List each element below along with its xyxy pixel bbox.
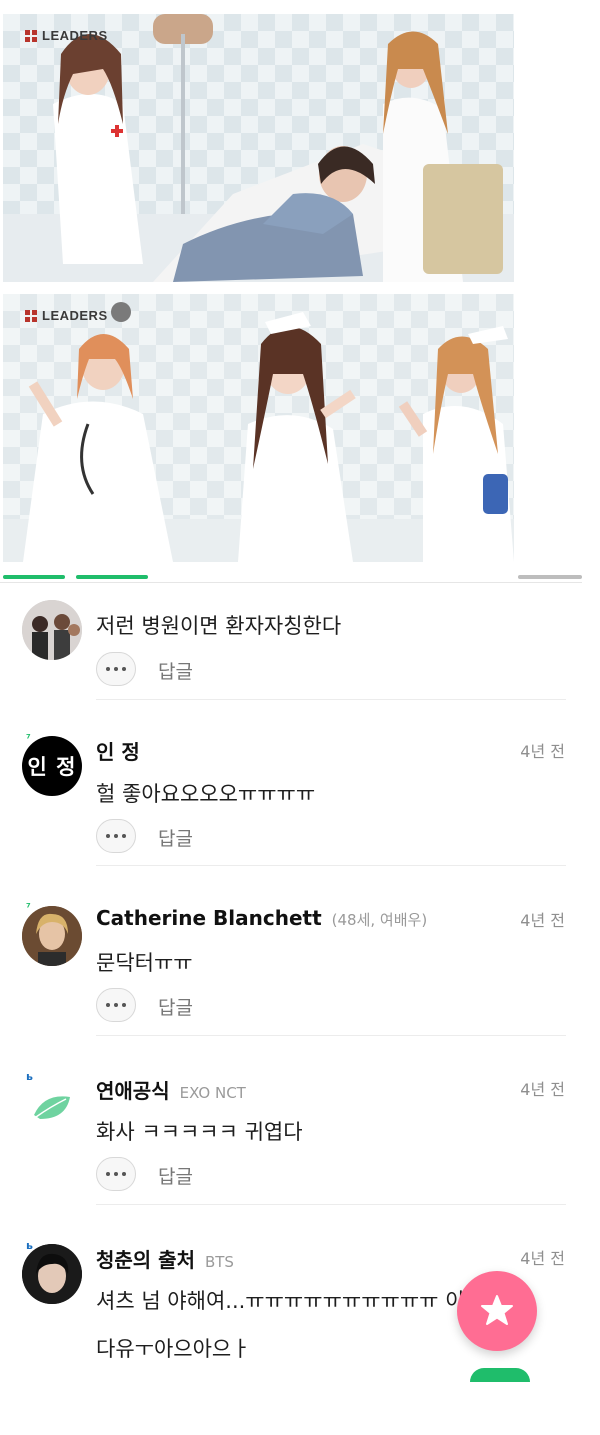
author-subtitle: BTS bbox=[204, 1253, 234, 1271]
comment-author[interactable]: 연애공식 EXO NCT bbox=[96, 1075, 246, 1104]
watermark: LEADERS bbox=[25, 308, 108, 323]
portrait-icon bbox=[22, 906, 82, 966]
post-photo-1-illustration bbox=[3, 14, 514, 282]
dot-icon bbox=[122, 1003, 126, 1007]
green-button-peek[interactable] bbox=[470, 1368, 530, 1382]
dot-icon bbox=[114, 667, 118, 671]
author-subtitle: EXO NCT bbox=[179, 1084, 246, 1102]
group-photo-icon bbox=[22, 600, 82, 660]
comment-list[interactable]: 저런 병원이면 환자자칭한다 답글 ⁷ 인 정 인 정 4년 전 헐 좋아요오오… bbox=[0, 560, 600, 1375]
leaf-avatar[interactable] bbox=[22, 1075, 82, 1135]
avatar-text: 인 정 bbox=[27, 755, 77, 779]
dot-icon bbox=[106, 667, 110, 671]
post-photo-2-illustration bbox=[3, 294, 514, 562]
reply-button[interactable]: 답글 bbox=[158, 824, 193, 851]
comment-text: 저런 병원이면 환자자칭한다 bbox=[96, 614, 342, 638]
tab-indicator-segment bbox=[518, 575, 582, 579]
dot-icon bbox=[122, 834, 126, 838]
comment-author[interactable]: 인 정 bbox=[96, 736, 140, 765]
tab-indicator-bar bbox=[0, 572, 582, 584]
post-image-2: LEADERS bbox=[3, 294, 514, 562]
comment-time: 4년 전 bbox=[520, 1249, 565, 1268]
comment-text: 헐 좋아요오오오ㅠㅠㅠㅠ bbox=[96, 782, 316, 806]
level-badge-icon: ⁷ bbox=[26, 901, 31, 914]
reply-button[interactable]: 답글 bbox=[158, 1162, 193, 1189]
divider bbox=[96, 1035, 566, 1036]
portrait-icon bbox=[22, 1244, 82, 1304]
reply-button[interactable]: 답글 bbox=[158, 657, 193, 684]
comment-text-line-2: 다유ㅜ아으아으ㅏ bbox=[96, 1337, 251, 1361]
watermark: LEADERS bbox=[25, 28, 108, 43]
divider bbox=[0, 582, 582, 583]
dot-icon bbox=[122, 667, 126, 671]
tab-indicator-segment bbox=[3, 575, 65, 579]
comment-author[interactable]: Catherine Blanchett (48세, 여배우) bbox=[96, 906, 427, 930]
watermark-text: LEADERS bbox=[42, 308, 108, 323]
author-name[interactable]: 인 정 bbox=[96, 740, 140, 764]
watermark-text: LEADERS bbox=[42, 28, 108, 43]
author-name[interactable]: 청춘의 출처 bbox=[96, 1248, 195, 1272]
dot-icon bbox=[122, 1172, 126, 1176]
post-image-1: LEADERS bbox=[3, 14, 514, 282]
dot-icon bbox=[114, 1172, 118, 1176]
group-photo-avatar[interactable] bbox=[22, 600, 82, 660]
portrait-avatar[interactable] bbox=[22, 1244, 82, 1304]
comment-text: 셔츠 넘 야해여...ㅠㅠㅠㅠㅠㅠㅠㅠㅠㅠ 이쁘 bbox=[96, 1289, 484, 1313]
comment-author[interactable]: 청춘의 출처 BTS bbox=[96, 1244, 234, 1273]
leaders-logo-icon bbox=[25, 309, 37, 322]
portrait-avatar[interactable] bbox=[22, 906, 82, 966]
reply-button[interactable]: 답글 bbox=[158, 993, 193, 1020]
leaders-logo-icon bbox=[25, 29, 37, 42]
dot-icon bbox=[106, 1172, 110, 1176]
comment-time: 4년 전 bbox=[520, 742, 565, 761]
comment-time: 4년 전 bbox=[520, 911, 565, 930]
comment-text: 화사 ㅋㅋㅋㅋㅋ 귀엽다 bbox=[96, 1120, 303, 1144]
level-badge-icon: ⁷ bbox=[26, 732, 31, 745]
dot-icon bbox=[114, 834, 118, 838]
dot-icon bbox=[106, 834, 110, 838]
tab-indicator-segment bbox=[76, 575, 148, 579]
comment-text: 문닥터ㅠㅠ bbox=[96, 951, 193, 975]
author-subtitle: (48세, 여배우) bbox=[331, 911, 428, 929]
star-icon bbox=[481, 1295, 513, 1325]
dot-icon bbox=[106, 1003, 110, 1007]
author-name[interactable]: 연애공식 bbox=[96, 1079, 170, 1103]
author-name[interactable]: Catherine Blanchett bbox=[96, 906, 322, 930]
more-options-button[interactable] bbox=[96, 988, 136, 1022]
more-options-button[interactable] bbox=[96, 652, 136, 686]
divider bbox=[96, 1204, 566, 1205]
more-options-button[interactable] bbox=[96, 1157, 136, 1191]
text-avatar[interactable]: 인 정 bbox=[22, 736, 82, 796]
more-options-button[interactable] bbox=[96, 819, 136, 853]
comment-time: 4년 전 bbox=[520, 1080, 565, 1099]
divider bbox=[96, 865, 566, 866]
floating-action-button[interactable] bbox=[457, 1271, 537, 1351]
divider bbox=[96, 699, 566, 700]
leaf-icon bbox=[34, 1096, 70, 1119]
dot-icon bbox=[114, 1003, 118, 1007]
